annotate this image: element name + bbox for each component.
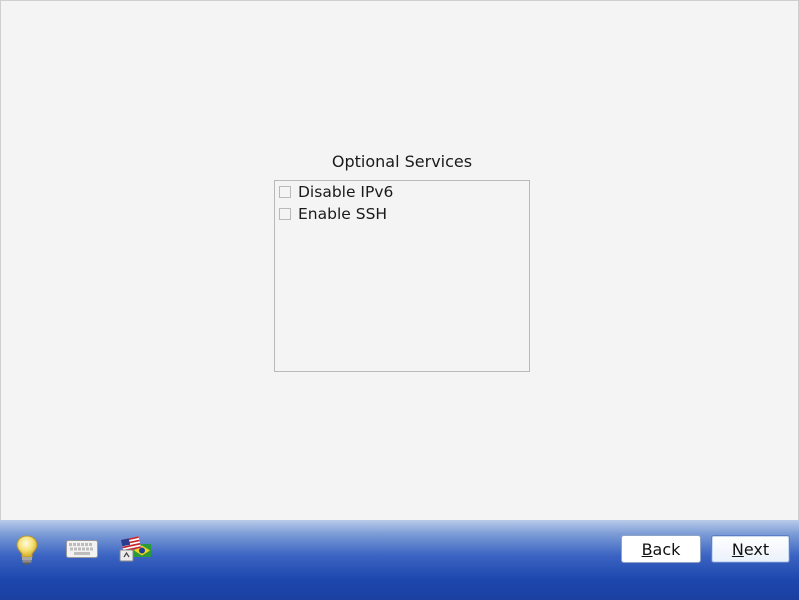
enable-ssh-checkbox[interactable]	[279, 208, 291, 220]
lightbulb-icon[interactable]	[14, 534, 40, 570]
next-accel-letter: N	[731, 539, 744, 559]
installer-page: Optional Services Disable IPv6 Enable SS…	[0, 0, 799, 521]
enable-ssh-label: Enable SSH	[298, 205, 388, 223]
disable-ipv6-label: Disable IPv6	[298, 183, 394, 201]
services-list: Disable IPv6 Enable SSH	[274, 180, 530, 372]
option-enable-ssh[interactable]: Enable SSH	[279, 204, 387, 224]
optional-services-title: Optional Services	[331, 152, 473, 171]
back-accel-letter: B	[641, 539, 653, 559]
option-disable-ipv6[interactable]: Disable IPv6	[279, 182, 393, 202]
language-flags-icon[interactable]	[119, 536, 153, 568]
bottom-toolbar: Back Next	[0, 520, 799, 600]
back-label-rest: ack	[652, 539, 681, 559]
next-label-rest: ext	[743, 539, 770, 559]
keyboard-icon[interactable]	[66, 540, 98, 562]
back-button[interactable]: Back	[621, 535, 701, 563]
next-button[interactable]: Next	[711, 535, 790, 563]
disable-ipv6-checkbox[interactable]	[279, 186, 291, 198]
